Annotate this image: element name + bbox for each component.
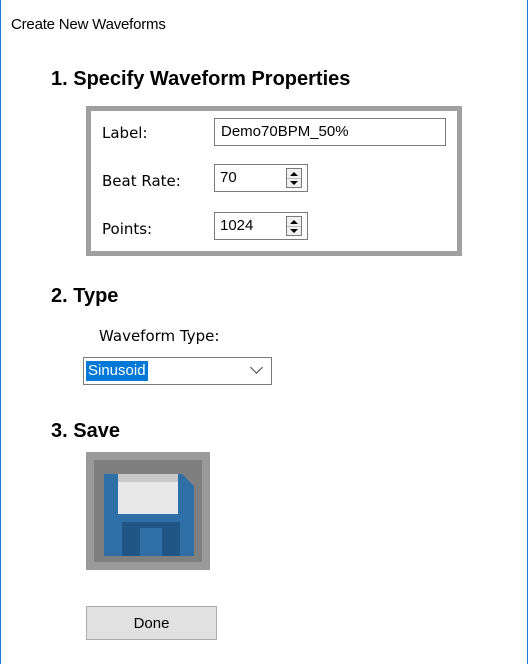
points-spinner[interactable]: 1024 [214, 212, 308, 240]
beat-rate-down-arrow-icon[interactable] [287, 178, 301, 187]
label-caption: Label: [102, 124, 148, 142]
beat-rate-value[interactable]: 70 [220, 169, 237, 186]
points-spin-buttons[interactable] [286, 216, 302, 236]
points-down-arrow-icon[interactable] [287, 226, 301, 235]
waveform-type-selected[interactable]: Sinusoid [86, 361, 148, 381]
save-button[interactable] [86, 452, 210, 570]
beat-rate-spin-buttons[interactable] [286, 168, 302, 188]
label-input[interactable]: Demo70BPM_50% [214, 118, 446, 146]
waveform-type-select[interactable]: Sinusoid [83, 357, 272, 385]
dialog-window: Create New Waveforms 1. Specify Waveform… [0, 0, 528, 664]
properties-heading: 1. Specify Waveform Properties [51, 68, 351, 90]
points-caption: Points: [102, 220, 153, 238]
save-button-face[interactable] [94, 460, 202, 562]
points-value[interactable]: 1024 [220, 217, 253, 234]
window-title: Create New Waveforms [11, 16, 166, 33]
chevron-down-icon[interactable] [250, 361, 263, 374]
save-heading: 3. Save [51, 420, 120, 442]
done-button[interactable]: Done [86, 606, 217, 640]
beat-rate-spinner[interactable]: 70 [214, 164, 308, 192]
waveform-type-caption: Waveform Type: [99, 327, 220, 345]
type-heading: 2. Type [51, 285, 119, 307]
floppy-disk-icon[interactable] [94, 460, 202, 562]
beat-rate-caption: Beat Rate: [102, 172, 181, 190]
